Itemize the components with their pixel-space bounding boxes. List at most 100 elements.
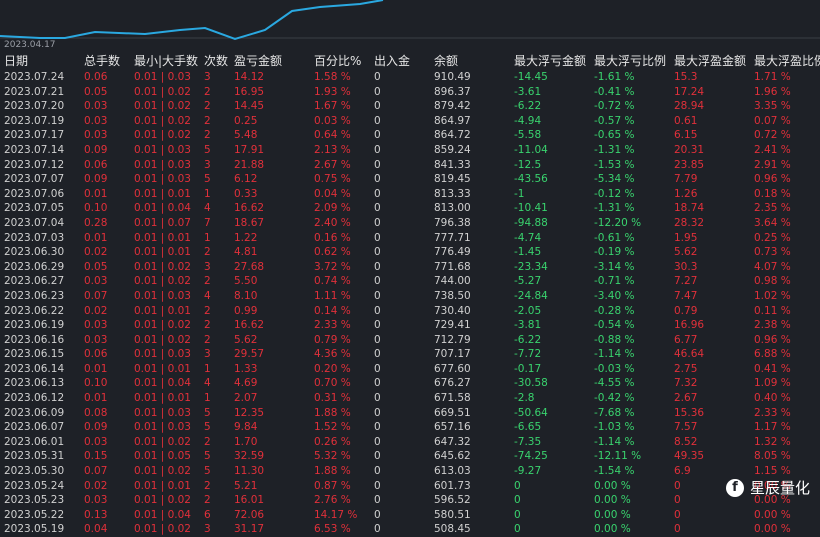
table-cell: -9.27 [514, 465, 542, 478]
table-cell: 0.20 % [314, 362, 351, 375]
table-cell: 5 [204, 143, 211, 156]
table-cell: 0.03 [84, 275, 108, 288]
table-cell: 2023.06.07 [4, 421, 65, 434]
table-cell: 0 [374, 450, 381, 463]
column-header[interactable]: 日期 [4, 52, 28, 70]
table-cell: 0.07 [84, 289, 108, 302]
column-header[interactable]: 总手数 [84, 52, 120, 70]
table-cell: 14.17 % [314, 508, 358, 521]
table-cell: 6.53 % [314, 523, 351, 536]
table-cell: 3.35 % [754, 100, 791, 113]
table-cell: 671.58 [434, 392, 471, 405]
table-cell: 910.49 [434, 71, 471, 83]
table-cell: 2023.05.30 [4, 465, 65, 478]
table-cell: 0.04 [84, 523, 108, 536]
table-cell: 596.52 [434, 494, 471, 507]
table-cell: 0.01 | 0.02 [134, 435, 191, 448]
column-header[interactable]: 百分比% [314, 52, 361, 70]
table-cell: 16.01 [234, 494, 265, 507]
table-cell: 0.26 % [314, 435, 351, 448]
table-cell: 2 [204, 319, 211, 332]
table-row: 2023.07.04 0.28 0.01 | 0.07 7 18.67 2.40 % 0 79… [0, 216, 820, 231]
table-cell: 0 [374, 187, 381, 200]
table-cell: 17.91 [234, 143, 265, 156]
table-cell: 645.62 [434, 450, 471, 463]
column-header[interactable]: 最大浮盈金额 [674, 52, 746, 70]
table-cell: 17.24 [674, 85, 705, 98]
table-cell: 0 [514, 508, 521, 521]
table-cell: 2 [204, 114, 211, 127]
table-cell: -0.41 % [594, 85, 635, 98]
table-cell: 0.03 [84, 114, 108, 127]
column-header[interactable]: 最大浮亏金额 [514, 52, 586, 70]
table-cell: 0.14 % [314, 304, 351, 317]
table-cell: 744.00 [434, 275, 471, 288]
table-row: 2023.07.05 0.10 0.01 | 0.04 4 16.62 2.09 % 0 81… [0, 201, 820, 216]
table-cell: 7.79 [674, 173, 698, 186]
table-cell: 0 [514, 494, 521, 507]
column-header[interactable]: 出入金 [374, 52, 410, 70]
table-cell: 2023.07.14 [4, 143, 65, 156]
table-cell: 30.3 [674, 260, 698, 273]
table-cell: -4.74 [514, 231, 542, 244]
table-cell: 7.47 [674, 289, 698, 302]
table-row: 2023.06.09 0.08 0.01 | 0.03 5 12.35 1.88 % 0 66… [0, 406, 820, 421]
table-cell: 0.03 % [314, 114, 351, 127]
table-cell: 0.96 % [754, 333, 791, 346]
table-cell: 508.45 [434, 523, 471, 536]
table-cell: -11.04 [514, 143, 548, 156]
table-cell: 0.01 [84, 231, 108, 244]
chart-start-date: 2023.04.17 [4, 40, 56, 50]
table-cell: -4.55 % [594, 377, 635, 390]
table-cell: 1 [204, 187, 211, 200]
table-cell: -0.61 % [594, 231, 635, 244]
table-row: 2023.07.20 0.03 0.01 | 0.02 2 14.45 1.67 % 0 87… [0, 99, 820, 114]
table-cell: 2023.06.27 [4, 275, 65, 288]
column-header[interactable]: 余额 [434, 52, 458, 70]
table-cell: 2.09 % [314, 202, 351, 215]
table-cell: 0.03 [84, 100, 108, 113]
column-header[interactable]: 盈亏金额 [234, 52, 282, 70]
table-cell: 0.01 | 0.04 [134, 508, 191, 521]
table-cell: 0.06 [84, 71, 108, 83]
table-cell: 0 [374, 319, 381, 332]
table-cell: 2 [204, 129, 211, 142]
table-cell: 4 [204, 202, 211, 215]
table-cell: 0.07 % [754, 114, 791, 127]
table-cell: 16.95 [234, 85, 265, 98]
table-cell: -0.42 % [594, 392, 635, 405]
column-header[interactable]: 次数 [204, 52, 228, 70]
table-cell: 0.03 [84, 435, 108, 448]
table-cell: 730.40 [434, 304, 471, 317]
table-cell: 0.00 % [754, 508, 791, 521]
table-cell: 819.45 [434, 173, 471, 186]
table-row: 2023.05.24 0.02 0.01 | 0.01 2 5.21 0.87 % 0 601… [0, 479, 820, 494]
table-cell: 0.01 | 0.04 [134, 202, 191, 215]
table-cell: 23.85 [674, 158, 705, 171]
table-cell: 0.02 [84, 479, 108, 492]
table-cell: 0.01 | 0.02 [134, 100, 191, 113]
table-cell: 2023.06.23 [4, 289, 65, 302]
table-cell: 0.06 [84, 158, 108, 171]
table-row: 2023.07.03 0.01 0.01 | 0.01 1 1.22 0.16 % 0 777… [0, 231, 820, 246]
table-cell: 1 [204, 362, 211, 375]
column-header[interactable]: 最大浮盈比例 [754, 52, 820, 70]
table-cell: 21.88 [234, 158, 265, 171]
table-cell: 0 [374, 289, 381, 302]
table-cell: 2.67 [674, 392, 698, 405]
table-cell: -0.72 % [594, 100, 635, 113]
table-cell: 0.01 | 0.03 [134, 71, 191, 83]
table-cell: -1.31 % [594, 202, 635, 215]
table-cell: 16.96 [674, 319, 705, 332]
table-cell: 0.01 | 0.02 [134, 85, 191, 98]
table-cell: 2 [204, 85, 211, 98]
table-cell: 2023.05.31 [4, 450, 65, 463]
table-row: 2023.05.30 0.07 0.01 | 0.02 5 11.30 1.88 % 0 61… [0, 464, 820, 479]
table-cell: 0.01 | 0.05 [134, 450, 191, 463]
table-row: 2023.06.27 0.03 0.01 | 0.02 2 5.50 0.74 % 0 744… [0, 274, 820, 289]
table-cell: 601.73 [434, 479, 471, 492]
column-header[interactable]: 最大浮亏比例 [594, 52, 666, 70]
column-header[interactable]: 最小|大手数 [134, 52, 198, 70]
table-row: 2023.07.19 0.03 0.01 | 0.02 2 0.25 0.03 % 0 864… [0, 114, 820, 129]
table-cell: 2023.05.22 [4, 508, 65, 521]
